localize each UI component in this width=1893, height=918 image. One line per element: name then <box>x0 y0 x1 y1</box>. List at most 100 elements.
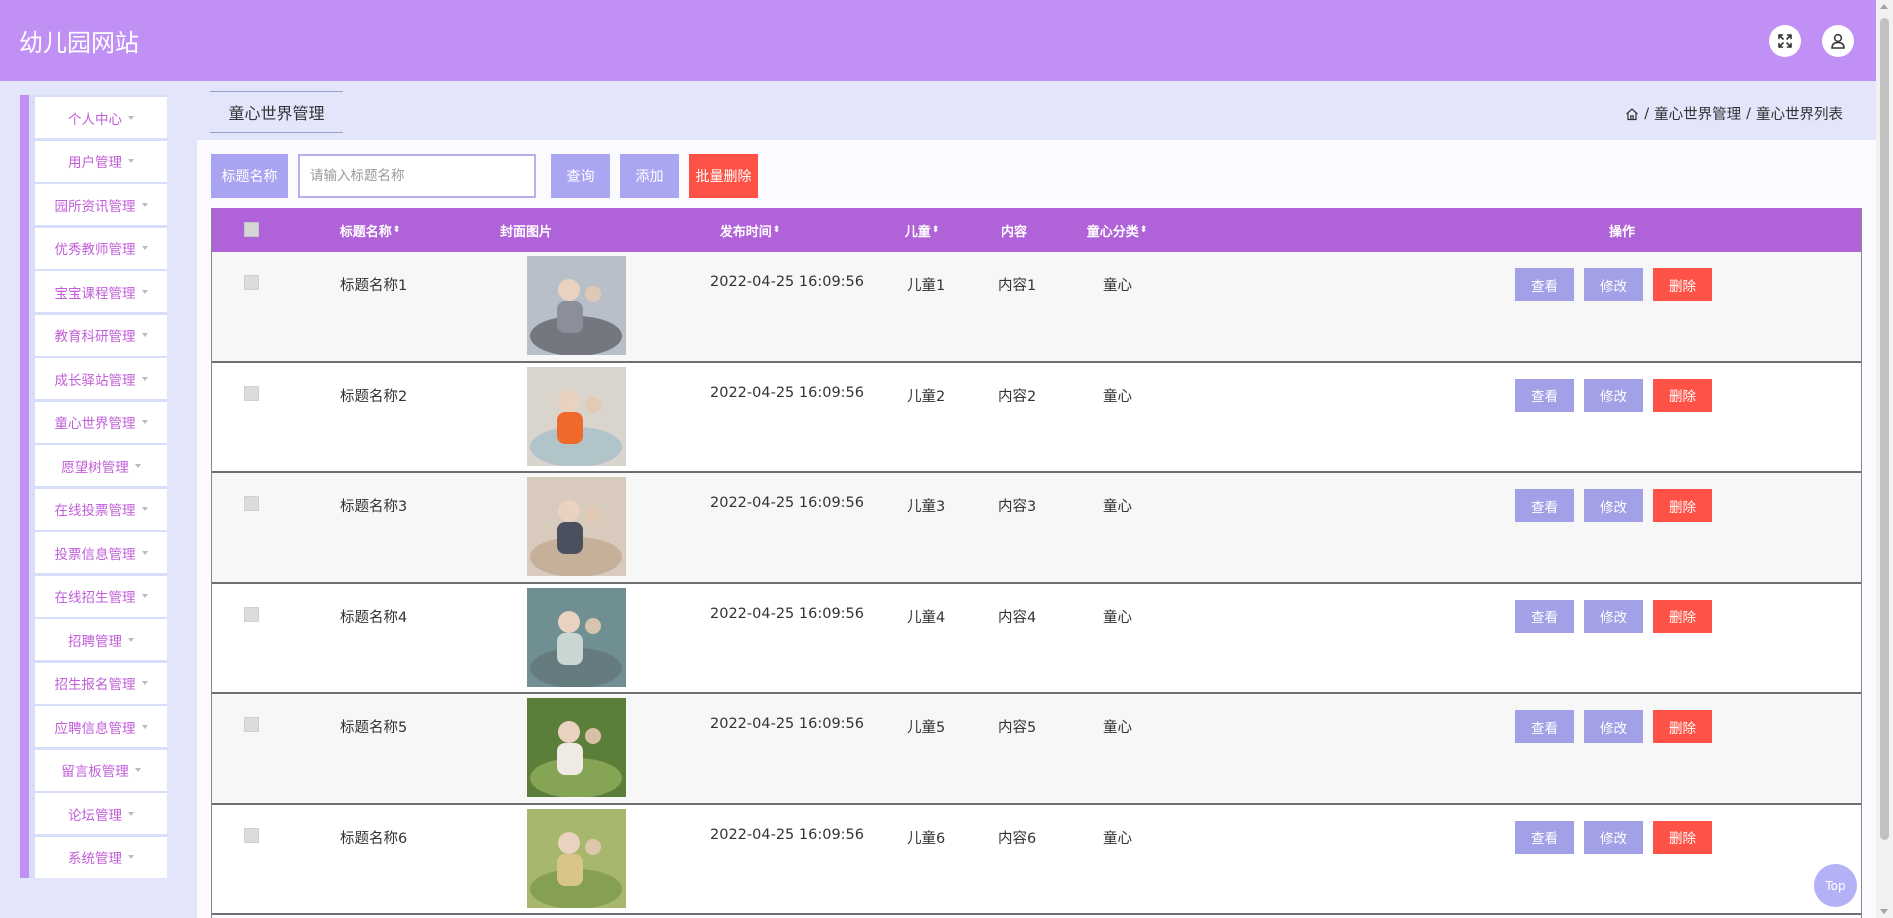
edit-button[interactable]: 修改 <box>1584 268 1643 301</box>
sidebar-item[interactable]: 童心世界管理 <box>35 401 167 443</box>
sidebar-item[interactable]: 用户管理 <box>35 140 167 182</box>
cell-content: 内容5 <box>998 720 1037 736</box>
cover-image[interactable] <box>527 808 626 908</box>
cell-publish-time: 2022-04-25 16:09:56 <box>710 826 864 843</box>
cover-image[interactable] <box>527 587 626 687</box>
scrollbar-thumb[interactable] <box>1880 18 1889 840</box>
data-table: 标题名称 ⬍ 封面图片 发布时间 ⬍ 儿童 ⬍ 内容 童心分类 ⬍ 操作 标题名称1 20… <box>211 208 1862 918</box>
breadcrumb-separator: / <box>1644 105 1650 122</box>
row-checkbox[interactable] <box>244 717 259 732</box>
select-all-checkbox[interactable] <box>244 222 259 237</box>
column-header-content: 内容 <box>1000 224 1027 240</box>
caret-down-icon <box>141 376 148 381</box>
column-header-cover: 封面图片 <box>499 224 552 240</box>
delete-button[interactable]: 删除 <box>1653 489 1712 522</box>
sidebar-item-label: 优秀教师管理 <box>54 242 136 258</box>
edit-button[interactable]: 修改 <box>1584 710 1643 743</box>
user-icon <box>1831 33 1845 49</box>
row-actions: 查看 修改 删除 <box>1515 710 1712 743</box>
column-header-category[interactable]: 童心分类 ⬍ <box>1062 208 1172 252</box>
cell-title: 标题名称1 <box>340 278 408 294</box>
batch-delete-button[interactable]: 批量删除 <box>689 154 758 198</box>
cell-title: 标题名称2 <box>340 388 408 405</box>
sidebar-item[interactable]: 园所资讯管理 <box>35 184 167 225</box>
sidebar-item[interactable]: 在线招生管理 <box>35 575 167 617</box>
sidebar-item[interactable]: 宝宝课程管理 <box>35 271 167 312</box>
cell-child: 儿童5 <box>907 720 946 736</box>
edit-button[interactable]: 修改 <box>1584 378 1643 412</box>
edit-button[interactable]: 修改 <box>1584 820 1643 854</box>
sidebar-item[interactable]: 优秀教师管理 <box>35 227 167 269</box>
sidebar-item[interactable]: 应聘信息管理 <box>35 706 167 747</box>
fullscreen-button[interactable] <box>1769 25 1801 57</box>
cell-publish-time: 2022-04-25 16:09:56 <box>710 716 864 732</box>
view-button[interactable]: 查看 <box>1515 599 1574 633</box>
sidebar: 个人中心 用户管理 园所资讯管理优秀教师管理宝宝课程管理教育科研管理成长驿站管理童心… <box>20 95 167 878</box>
row-checkbox[interactable] <box>244 827 259 843</box>
edit-button[interactable]: 修改 <box>1584 599 1643 633</box>
view-button[interactable]: 查看 <box>1515 268 1574 301</box>
sidebar-item[interactable]: 留言板管理 <box>35 749 167 791</box>
sidebar-item[interactable]: 招生报名管理 <box>35 662 167 704</box>
scroll-up-arrow-icon[interactable] <box>1880 4 1888 9</box>
row-checkbox[interactable] <box>244 275 259 290</box>
sidebar-item[interactable]: 成长驿站管理 <box>35 358 167 399</box>
sidebar-item[interactable]: 招聘管理 <box>35 619 167 660</box>
top-header: 幼儿园网站 <box>0 0 1876 81</box>
sidebar-item[interactable]: 教育科研管理 <box>35 314 167 356</box>
cover-image[interactable] <box>527 698 626 797</box>
delete-button[interactable]: 删除 <box>1653 268 1712 301</box>
sidebar-item[interactable]: 在线投票管理 <box>35 488 167 530</box>
row-checkbox[interactable] <box>244 496 259 511</box>
sidebar-item[interactable]: 系统管理 <box>35 836 167 878</box>
sidebar-item-label: 在线招生管理 <box>54 590 136 606</box>
row-checkbox[interactable] <box>244 385 259 401</box>
scroll-down-arrow-icon[interactable] <box>1880 909 1888 914</box>
column-header-child[interactable]: 儿童 ⬍ <box>892 208 952 252</box>
column-header-title[interactable]: 标题名称 ⬍ <box>320 208 420 252</box>
caret-down-icon <box>141 420 148 424</box>
delete-button[interactable]: 删除 <box>1653 378 1712 412</box>
caret-down-icon <box>141 507 148 511</box>
sidebar-item-label: 童心世界管理 <box>54 416 136 432</box>
fullscreen-icon <box>1778 34 1792 48</box>
caret-down-icon <box>141 202 148 207</box>
view-button[interactable]: 查看 <box>1515 378 1574 412</box>
cell-child: 儿童6 <box>907 830 946 847</box>
sidebar-item-label: 投票信息管理 <box>54 546 136 563</box>
cover-image[interactable] <box>527 366 626 466</box>
home-icon[interactable] <box>1625 107 1639 121</box>
view-button[interactable]: 查看 <box>1515 710 1574 743</box>
back-to-top-button[interactable]: Top <box>1814 864 1857 907</box>
sidebar-item-label: 教育科研管理 <box>54 329 136 345</box>
caret-down-icon <box>141 681 148 685</box>
add-button[interactable]: 添加 <box>620 154 679 198</box>
sidebar-item[interactable]: 投票信息管理 <box>35 532 167 573</box>
cover-image[interactable] <box>527 256 626 355</box>
delete-button[interactable]: 删除 <box>1653 599 1712 633</box>
cover-image[interactable] <box>527 477 626 576</box>
query-button[interactable]: 查询 <box>551 154 610 198</box>
page-title-tab[interactable]: 童心世界管理 <box>210 91 343 133</box>
column-header-publish-time[interactable]: 发布时间 ⬍ <box>700 208 800 252</box>
delete-button[interactable]: 删除 <box>1653 710 1712 743</box>
view-button[interactable]: 查看 <box>1515 820 1574 854</box>
breadcrumb-separator: / <box>1746 105 1751 122</box>
sidebar-item[interactable]: 论坛管理 <box>35 793 167 834</box>
caret-down-icon <box>141 246 148 250</box>
table-row: 标题名称2 2022-04-25 16:09:56 儿童2 内容2 童心 查看 修改 删除 <box>212 362 1861 473</box>
sidebar-item[interactable]: 个人中心 <box>35 97 167 138</box>
delete-button[interactable]: 删除 <box>1653 820 1712 854</box>
caret-down-icon <box>128 855 134 859</box>
search-input[interactable] <box>298 154 536 198</box>
vertical-scrollbar[interactable] <box>1876 0 1893 918</box>
view-button[interactable]: 查看 <box>1515 489 1574 522</box>
caret-down-icon <box>141 333 148 337</box>
edit-button[interactable]: 修改 <box>1584 489 1643 522</box>
sidebar-item-label: 留言板管理 <box>61 764 129 780</box>
cell-category: 童心 <box>1103 388 1132 405</box>
breadcrumb-item-section[interactable]: 童心世界管理 <box>1654 103 1741 124</box>
user-button[interactable] <box>1822 25 1854 57</box>
row-checkbox[interactable] <box>244 606 259 622</box>
sidebar-item[interactable]: 愿望树管理 <box>35 445 167 486</box>
